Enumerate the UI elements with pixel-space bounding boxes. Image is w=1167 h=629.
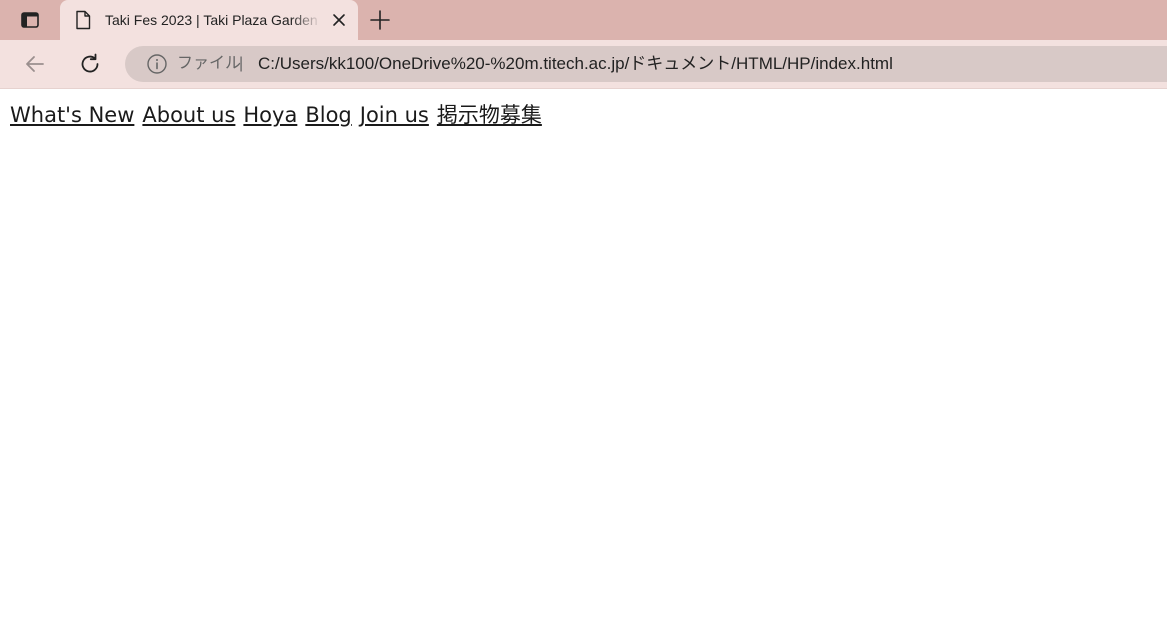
url-text[interactable]: C:/Users/kk100/OneDrive%20-%20m.titech.a… (258, 54, 893, 74)
info-icon[interactable] (146, 53, 168, 75)
tab-actions-icon (21, 12, 39, 28)
site-info-label[interactable]: ファイル (177, 54, 241, 74)
tab-strip: Taki Fes 2023 | Taki Plaza Garden Party (0, 0, 1167, 40)
page-icon (76, 10, 91, 30)
back-arrow-icon[interactable] (22, 51, 48, 77)
toolbar-divider (0, 88, 1167, 89)
nav-link-about-us[interactable]: About us (142, 103, 235, 127)
address-bar[interactable]: ファイル | C:/Users/kk100/OneDrive%20-%20m.t… (125, 46, 1167, 82)
nav-link-join-us[interactable]: Join us (360, 103, 429, 127)
tab-title: Taki Fes 2023 | Taki Plaza Garden Party (105, 12, 321, 28)
nav-link-blog[interactable]: Blog (305, 103, 351, 127)
active-tab[interactable]: Taki Fes 2023 | Taki Plaza Garden Party (60, 0, 358, 40)
page-content: What's New About us Hoya Blog Join us 掲示物募集 (10, 101, 1150, 131)
browser-toolbar: ファイル | C:/Users/kk100/OneDrive%20-%20m.t… (0, 40, 1167, 88)
nav-link-bulletin[interactable]: 掲示物募集 (437, 103, 542, 127)
refresh-icon[interactable] (77, 51, 103, 77)
tab-actions-button[interactable] (12, 8, 48, 32)
nav-link-hoya[interactable]: Hoya (243, 103, 297, 127)
address-separator: | (239, 55, 244, 72)
plus-icon[interactable] (368, 8, 392, 32)
nav-link-whats-new[interactable]: What's New (10, 103, 134, 127)
close-icon[interactable] (330, 11, 348, 29)
main-nav: What's New About us Hoya Blog Join us 掲示物募集 (10, 101, 1150, 129)
